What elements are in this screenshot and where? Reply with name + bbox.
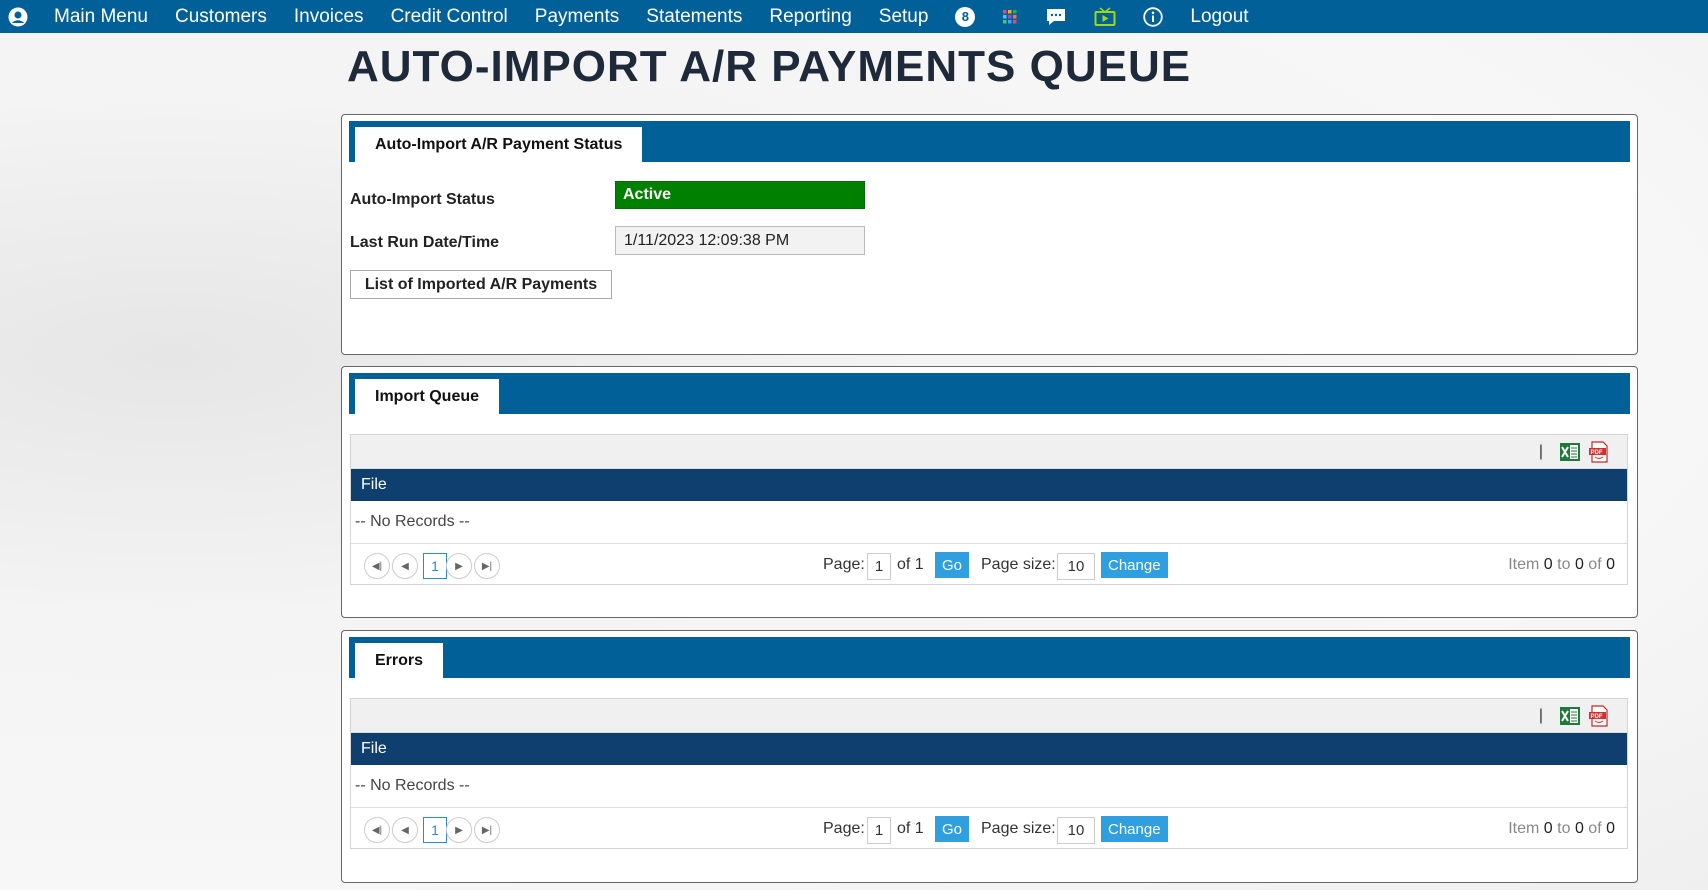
nav-statements[interactable]: Statements xyxy=(646,6,742,28)
item-range-info: Item 0 to 0 of 0 xyxy=(1508,556,1615,573)
nav-setup[interactable]: Setup xyxy=(879,6,929,28)
errors-grid: | PDF File -- No Records -- ◀| ◀ 1 ▶ ▶| … xyxy=(350,698,1628,849)
top-navbar: Main Menu Customers Invoices Credit Cont… xyxy=(0,0,1708,33)
prev-page-icon[interactable]: ◀ xyxy=(392,817,418,843)
auto-import-status-value: Active xyxy=(615,181,865,209)
page-size-label: Page size: xyxy=(981,556,1056,573)
last-run-value: 1/11/2023 12:09:38 PM xyxy=(615,226,865,255)
import-queue-grid: | PDF File -- No Records -- ◀| ◀ 1 ▶ ▶| … xyxy=(350,434,1628,585)
notification-count: 8 xyxy=(955,6,976,27)
panel-header: Auto-Import A/R Payment Status xyxy=(349,121,1630,162)
nav-credit-control[interactable]: Credit Control xyxy=(391,6,508,28)
pdf-export-icon[interactable]: PDF xyxy=(1588,441,1610,463)
page-input[interactable] xyxy=(867,553,891,580)
tab-errors[interactable]: Errors xyxy=(355,643,444,678)
page-number-current[interactable]: 1 xyxy=(423,553,447,579)
grid-pager: ◀| ◀ 1 ▶ ▶| Page: of 1 Go Page size: Cha… xyxy=(351,808,1627,848)
chat-icon[interactable] xyxy=(1045,0,1067,33)
page-size-input[interactable] xyxy=(1057,817,1095,844)
notification-badge[interactable]: 8 xyxy=(955,0,976,33)
column-header-file[interactable]: File xyxy=(351,733,1627,765)
nav-logout[interactable]: Logout xyxy=(1190,6,1248,28)
page-input[interactable] xyxy=(867,817,891,844)
no-records-message: -- No Records -- xyxy=(351,501,1627,544)
page-label: Page: xyxy=(823,820,865,837)
grid-toolbar: | PDF xyxy=(351,435,1627,469)
tab-auto-import-status[interactable]: Auto-Import A/R Payment Status xyxy=(355,127,643,162)
tv-icon[interactable] xyxy=(1094,0,1116,33)
pdf-export-icon[interactable]: PDF xyxy=(1588,705,1610,727)
toolbar-separator: | xyxy=(1538,443,1543,460)
nav-invoices[interactable]: Invoices xyxy=(294,6,364,28)
nav-payments[interactable]: Payments xyxy=(535,6,619,28)
nav-customers[interactable]: Customers xyxy=(175,6,267,28)
page-title: AUTO-IMPORT A/R PAYMENTS QUEUE xyxy=(347,42,1192,91)
item-range-info: Item 0 to 0 of 0 xyxy=(1508,820,1615,837)
status-panel: Auto-Import A/R Payment Status Auto-Impo… xyxy=(341,114,1638,355)
svg-text:PDF: PDF xyxy=(1591,714,1603,720)
last-run-label: Last Run Date/Time xyxy=(350,234,500,251)
go-button[interactable]: Go xyxy=(935,552,970,578)
user-icon[interactable] xyxy=(8,6,30,28)
nav-reporting[interactable]: Reporting xyxy=(769,6,851,28)
next-page-icon[interactable]: ▶ xyxy=(446,553,472,579)
page-number-current[interactable]: 1 xyxy=(423,817,447,843)
grid-pager: ◀| ◀ 1 ▶ ▶| Page: of 1 Go Page size: Cha… xyxy=(351,544,1627,584)
panel-header: Import Queue xyxy=(349,373,1630,414)
nav-main-menu[interactable]: Main Menu xyxy=(54,6,148,28)
errors-panel: Errors | PDF File -- No Records -- ◀| ◀ … xyxy=(341,630,1638,883)
excel-export-icon[interactable] xyxy=(1559,441,1581,463)
column-header-file[interactable]: File xyxy=(351,469,1627,501)
change-button[interactable]: Change xyxy=(1101,816,1168,842)
first-page-icon[interactable]: ◀| xyxy=(364,817,390,843)
no-records-message: -- No Records -- xyxy=(351,765,1627,808)
toolbar-separator: | xyxy=(1538,707,1543,724)
go-button[interactable]: Go xyxy=(935,816,970,842)
apps-grid-icon[interactable] xyxy=(1002,0,1018,33)
import-queue-panel: Import Queue | PDF File -- No Records --… xyxy=(341,366,1638,618)
list-imported-payments-button[interactable]: List of Imported A/R Payments xyxy=(350,270,612,299)
prev-page-icon[interactable]: ◀ xyxy=(392,553,418,579)
svg-text:PDF: PDF xyxy=(1591,450,1603,456)
next-page-icon[interactable]: ▶ xyxy=(446,817,472,843)
last-page-icon[interactable]: ▶| xyxy=(474,553,500,579)
page-size-label: Page size: xyxy=(981,820,1056,837)
page-size-input[interactable] xyxy=(1057,553,1095,580)
panel-header: Errors xyxy=(349,637,1630,678)
change-button[interactable]: Change xyxy=(1101,552,1168,578)
auto-import-status-label: Auto-Import Status xyxy=(350,191,495,208)
grid-toolbar: | PDF xyxy=(351,699,1627,733)
page-label: Page: xyxy=(823,556,865,573)
info-icon[interactable] xyxy=(1143,0,1164,33)
first-page-icon[interactable]: ◀| xyxy=(364,553,390,579)
tab-import-queue[interactable]: Import Queue xyxy=(355,379,500,414)
page-count: of 1 xyxy=(897,556,924,573)
page-count: of 1 xyxy=(897,820,924,837)
excel-export-icon[interactable] xyxy=(1559,705,1581,727)
last-page-icon[interactable]: ▶| xyxy=(474,817,500,843)
